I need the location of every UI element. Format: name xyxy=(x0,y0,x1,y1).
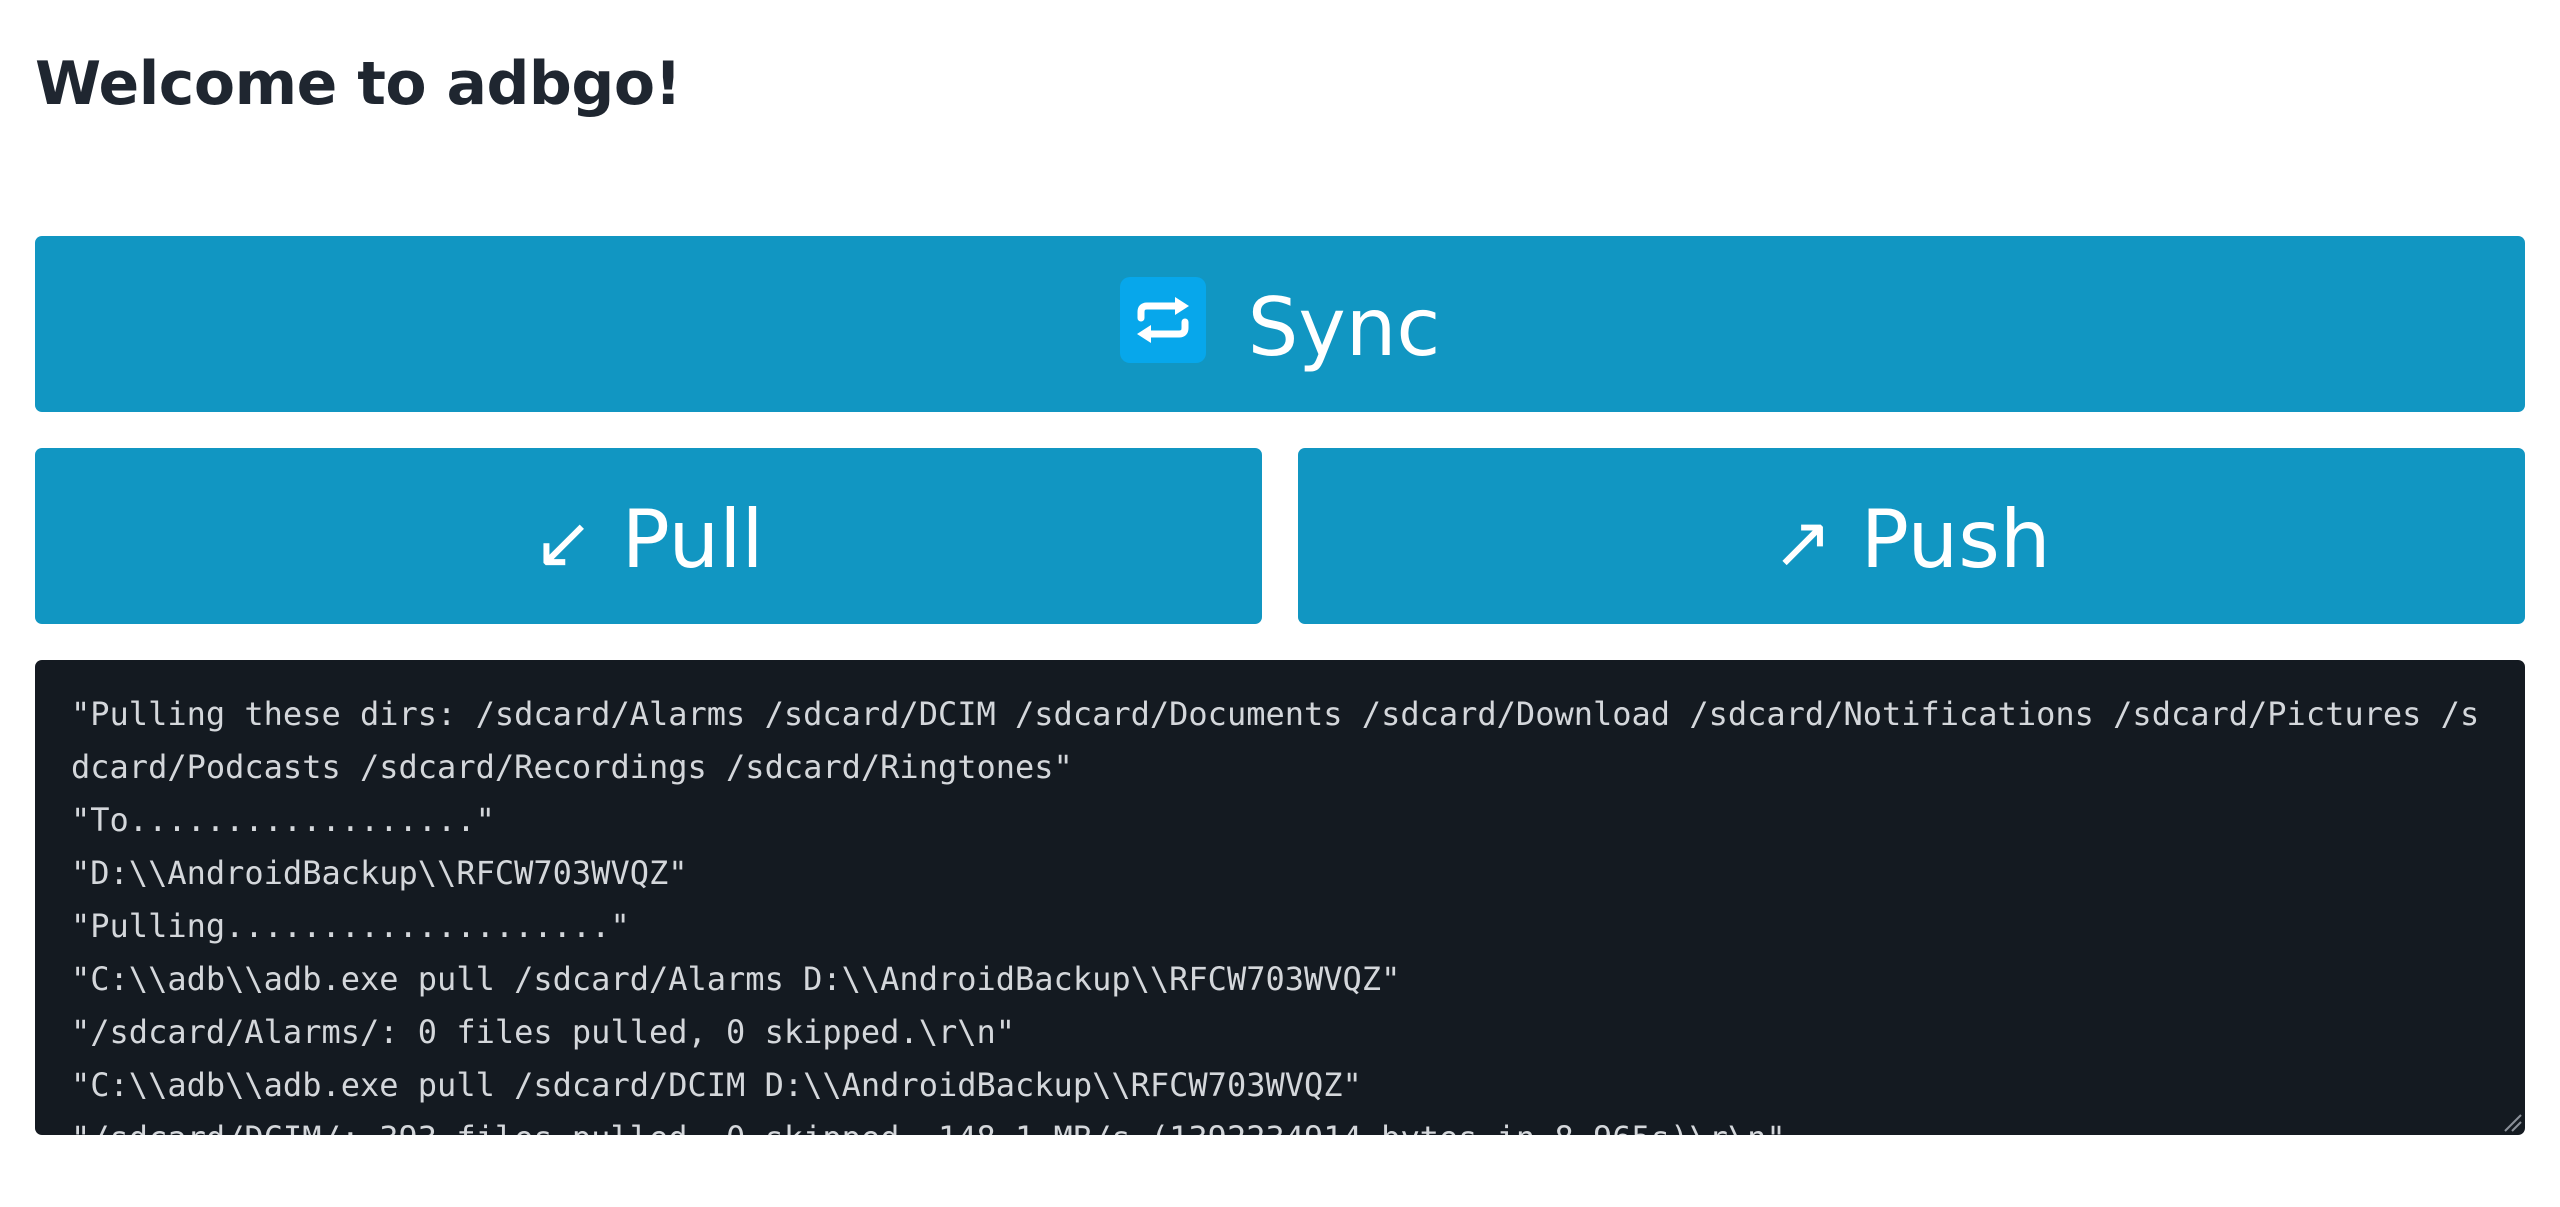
app-page: Welcome to adbgo! Sync ↙ Pull ↗ Push "Pu… xyxy=(0,0,2560,1207)
log-line: "/sdcard/DCIM/: 393 files pulled, 0 skip… xyxy=(71,1112,2489,1135)
log-line: "To.................." xyxy=(71,801,495,839)
sync-icon xyxy=(1119,277,1206,363)
push-button[interactable]: ↗ Push xyxy=(1298,448,2525,624)
push-button-label: Push xyxy=(1860,493,2051,586)
sync-button[interactable]: Sync xyxy=(35,236,2525,412)
log-line: "C:\\adb\\adb.exe pull /sdcard/Alarms D:… xyxy=(71,960,1401,998)
log-line: "C:\\adb\\adb.exe pull /sdcard/DCIM D:\\… xyxy=(71,1066,1362,1104)
arrow-down-left-icon: ↙ xyxy=(533,500,594,584)
log-line: "/sdcard/Alarms/: 0 files pulled, 0 skip… xyxy=(71,1013,1016,1051)
log-line: "Pulling these dirs: /sdcard/Alarms /sdc… xyxy=(71,695,2480,786)
arrow-up-right-icon: ↗ xyxy=(1772,500,1833,584)
pull-button[interactable]: ↙ Pull xyxy=(35,448,1262,624)
page-title: Welcome to adbgo! xyxy=(35,49,682,119)
log-line: "Pulling...................." xyxy=(71,907,630,945)
pull-button-label: Pull xyxy=(621,493,764,586)
log-output-textarea[interactable]: "Pulling these dirs: /sdcard/Alarms /sdc… xyxy=(35,660,2525,1135)
sync-button-label: Sync xyxy=(1247,281,1441,374)
log-line: "D:\\AndroidBackup\\RFCW703WVQZ" xyxy=(71,854,688,892)
resize-grip-icon[interactable] xyxy=(2499,1109,2523,1133)
